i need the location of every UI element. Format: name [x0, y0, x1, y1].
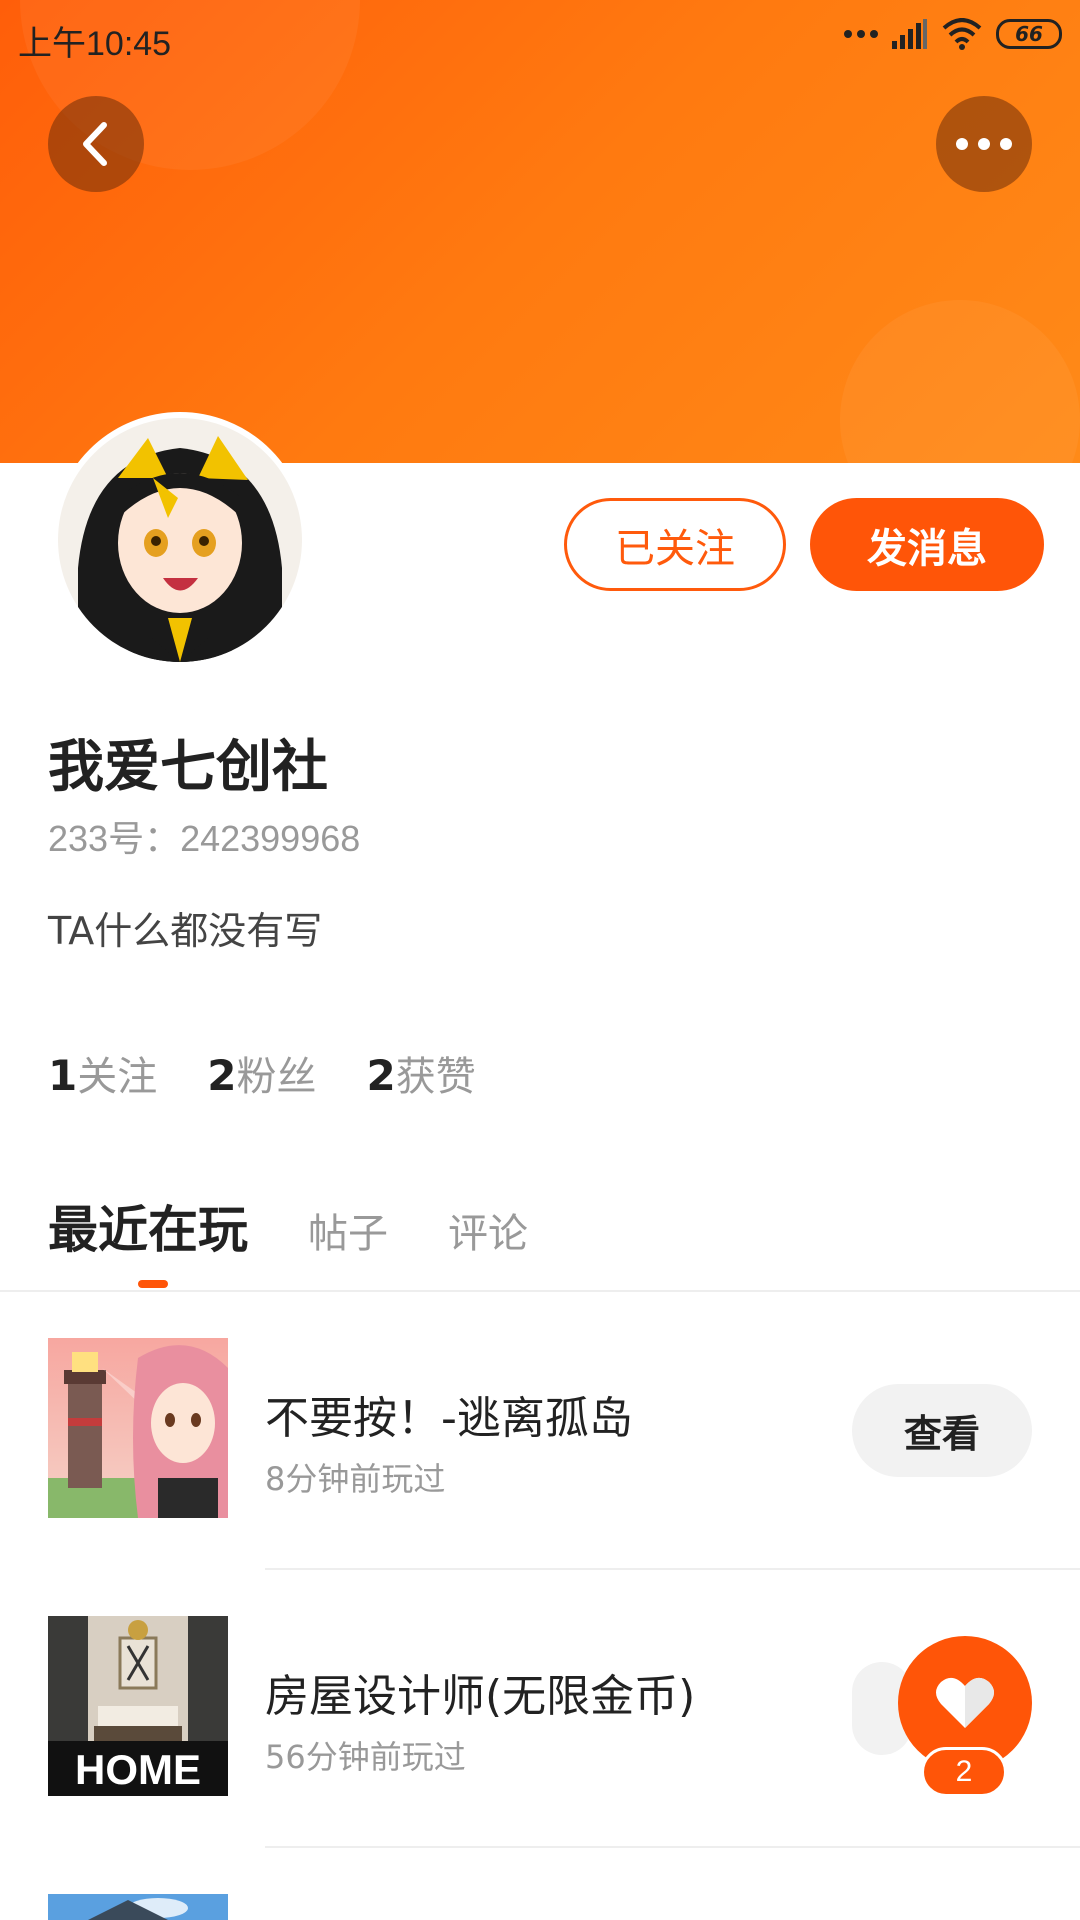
- game-title: 房屋设计师(无限金币): [265, 1671, 696, 1722]
- active-tab-indicator: [138, 1280, 168, 1288]
- svg-text:HOME: HOME: [75, 1746, 201, 1793]
- avatar-image: [58, 418, 302, 662]
- list-item[interactable]: 不要按！-逃离孤岛 8分钟前玩过 查看: [0, 1292, 1080, 1570]
- stat-following-label: 关注: [77, 1054, 158, 1100]
- user-id: 233号：242399968: [48, 818, 361, 859]
- more-button[interactable]: [936, 96, 1032, 192]
- game-last-played: 56分钟前玩过: [265, 1738, 466, 1776]
- game-last-played: 8分钟前玩过: [265, 1460, 446, 1498]
- tab-recently-played[interactable]: 最近在玩: [48, 1190, 248, 1262]
- game-thumbnail: HOME: [48, 1616, 228, 1796]
- back-button[interactable]: [48, 96, 144, 192]
- status-bar: 上午10:45 66: [0, 0, 1080, 76]
- stat-likes[interactable]: 2 获赞: [366, 1044, 475, 1102]
- stat-followers-label: 粉丝: [236, 1054, 317, 1100]
- more-dots-icon: [844, 30, 878, 38]
- following-button[interactable]: 已关注: [564, 498, 786, 591]
- header-decoration: [840, 300, 1080, 463]
- chevron-left-icon: [83, 122, 107, 166]
- tab-posts[interactable]: 帖子: [308, 1201, 388, 1259]
- list-item[interactable]: [0, 1848, 1080, 1920]
- stat-following-count: 1: [48, 1051, 78, 1100]
- stat-followers[interactable]: 2 粉丝: [207, 1044, 316, 1102]
- signal-icon: [892, 19, 927, 49]
- status-icons: 66: [844, 18, 1062, 50]
- game-thumbnail: [48, 1894, 228, 1920]
- status-time: 上午10:45: [18, 25, 172, 63]
- battery-indicator: 66: [996, 19, 1062, 49]
- profile-tabs: 最近在玩 帖子 评论: [48, 1190, 588, 1262]
- like-count-badge: 2: [921, 1747, 1007, 1797]
- game-thumbnail: [48, 1338, 228, 1518]
- send-message-button[interactable]: 发消息: [810, 498, 1044, 591]
- view-button[interactable]: 查看: [852, 1384, 1032, 1477]
- wifi-icon: [942, 18, 982, 50]
- stat-following[interactable]: 1 关注: [48, 1044, 157, 1102]
- game-title: 不要按！-逃离孤岛: [265, 1393, 633, 1444]
- stat-followers-count: 2: [207, 1051, 237, 1100]
- user-bio: TA什么都没有写: [48, 909, 323, 953]
- username: 我爱七创社: [48, 735, 328, 800]
- heart-icon: [936, 1677, 994, 1728]
- tab-comments[interactable]: 评论: [448, 1201, 528, 1259]
- stat-likes-count: 2: [366, 1051, 396, 1100]
- stat-likes-label: 获赞: [395, 1054, 476, 1100]
- profile-stats: 1 关注 2 粉丝 2 获赞: [48, 1044, 476, 1102]
- more-horizontal-icon: [956, 138, 1012, 150]
- avatar[interactable]: [52, 412, 308, 668]
